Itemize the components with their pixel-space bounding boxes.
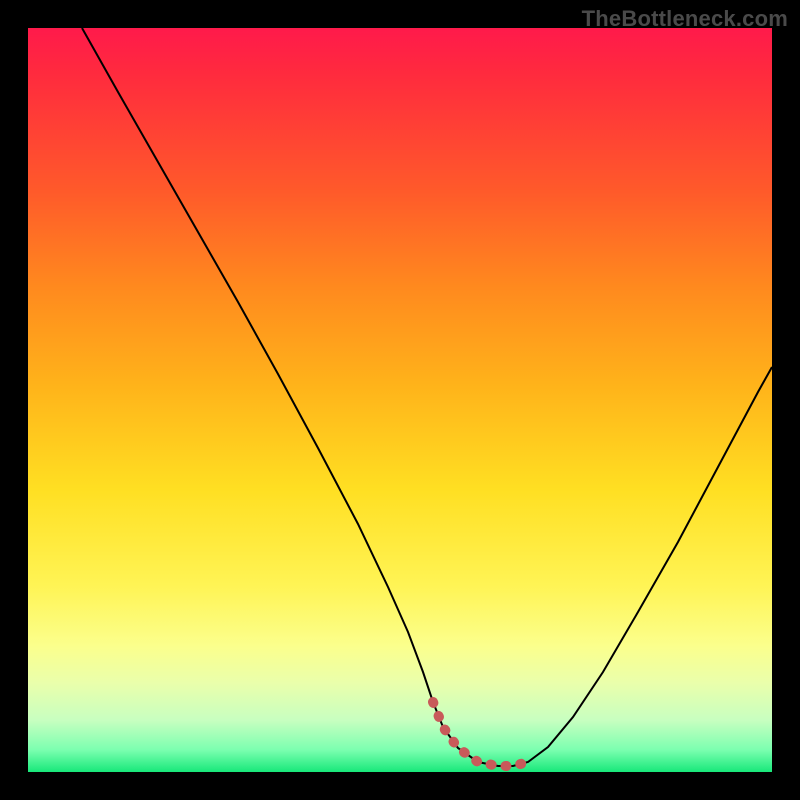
plot-area <box>28 28 772 772</box>
watermark-text: TheBottleneck.com <box>582 6 788 32</box>
flat-bottom-marker <box>433 702 528 766</box>
chart-stage: TheBottleneck.com <box>0 0 800 800</box>
bottleneck-curve <box>82 28 772 766</box>
curve-svg <box>28 28 772 772</box>
